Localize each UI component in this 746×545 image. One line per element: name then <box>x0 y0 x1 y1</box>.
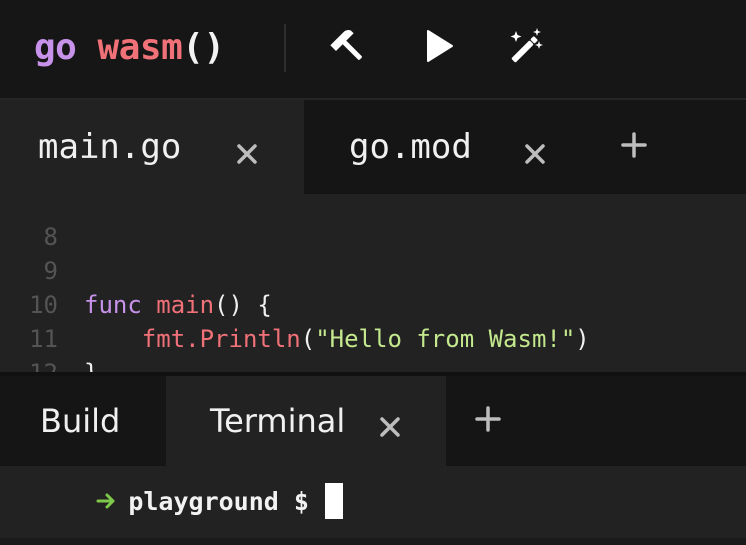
app-logo: go wasm() <box>34 24 225 72</box>
prompt-text: playground $ <box>128 486 309 516</box>
close-icon[interactable] <box>523 135 547 164</box>
tab-label: go.mod <box>349 127 472 167</box>
editor-tab-bar: main.go go.mod <box>0 100 746 194</box>
code-line: 8 <box>0 194 746 251</box>
format-button[interactable] <box>506 26 546 66</box>
panel-tab-bar: Build Terminal <box>0 372 746 466</box>
plus-icon <box>474 405 502 437</box>
code-line: 9 func main() { <box>0 220 746 319</box>
code-editor[interactable]: 8 9 func main() { 10 fmt.Println("Hello … <box>0 194 746 372</box>
tab-label: Terminal <box>210 402 346 440</box>
play-icon <box>420 28 456 64</box>
code-line: 12 <box>0 322 746 372</box>
run-button[interactable] <box>418 26 458 66</box>
close-icon[interactable] <box>378 409 402 437</box>
magic-wand-icon <box>506 26 546 66</box>
terminal-cursor <box>324 483 343 519</box>
tab-build[interactable]: Build <box>0 376 166 466</box>
hammer-icon <box>328 26 368 66</box>
toolbar-divider <box>284 24 286 72</box>
tab-terminal[interactable]: Terminal <box>166 376 446 466</box>
logo-keyword: go <box>34 27 77 68</box>
terminal-panel[interactable]: playground $ <box>0 466 746 538</box>
arrow-right-icon <box>6 458 116 545</box>
code-line: 11 } <box>0 288 746 372</box>
tab-go-mod[interactable]: go.mod <box>304 100 580 194</box>
top-toolbar: go wasm() <box>0 0 746 100</box>
logo-name: wasm <box>97 27 183 68</box>
build-button[interactable] <box>328 26 368 66</box>
plus-icon <box>620 131 648 163</box>
code-text: } <box>84 356 98 372</box>
add-panel-button[interactable] <box>458 376 518 466</box>
tab-label: main.go <box>38 127 182 167</box>
tab-main-go[interactable]: main.go <box>0 100 304 194</box>
tab-label: Build <box>40 402 121 440</box>
terminal-prompt: playground $ <box>6 482 343 520</box>
code-token: } <box>84 359 98 372</box>
code-line: 10 fmt.Println("Hello from Wasm!") <box>0 254 746 353</box>
logo-parens: () <box>182 27 225 68</box>
add-file-button[interactable] <box>604 100 664 194</box>
close-icon[interactable] <box>235 135 259 164</box>
line-number: 12 <box>0 356 58 372</box>
